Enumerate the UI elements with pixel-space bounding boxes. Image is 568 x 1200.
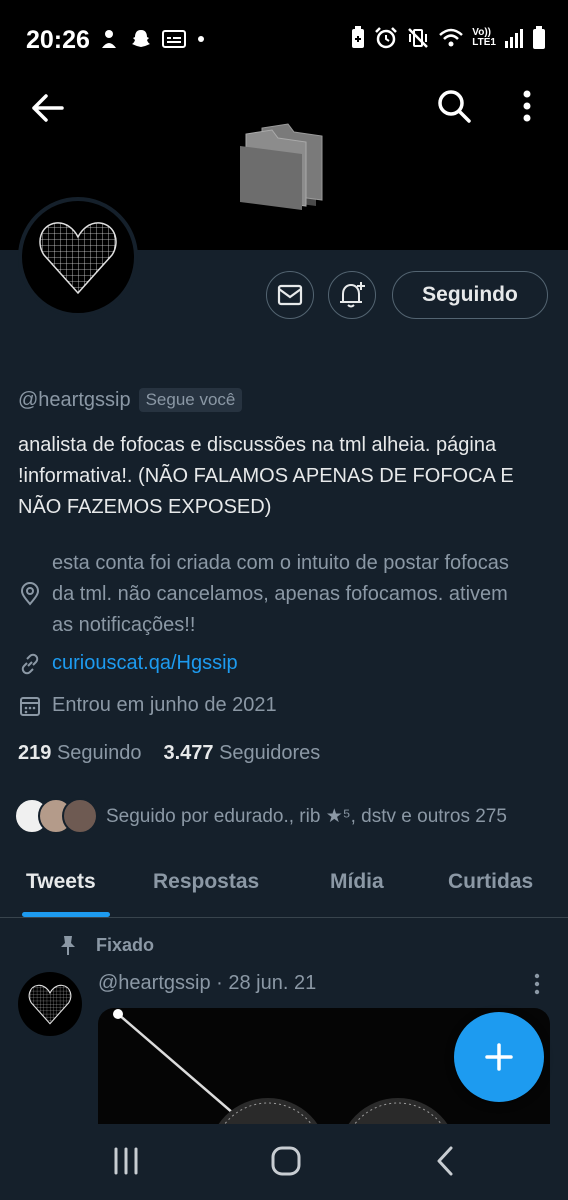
tab-likes[interactable]: Curtidas [448, 870, 533, 894]
arrow-left-icon[interactable] [28, 88, 68, 128]
followers-label: Seguidores [219, 742, 321, 764]
search-icon[interactable] [434, 86, 474, 126]
wireframe-heart-icon [39, 222, 117, 295]
status-left-icons [98, 28, 206, 50]
notifications-button[interactable] [328, 271, 376, 319]
followers-count: 3.477 [163, 742, 214, 764]
message-button[interactable] [266, 271, 314, 319]
status-right-icons: Vo)) LTE1 [350, 26, 546, 50]
location-pin-icon [20, 582, 40, 606]
active-tab-indicator [22, 912, 110, 917]
battery-saver-icon [352, 26, 365, 48]
gallery-notification-icon [162, 30, 186, 48]
wifi-icon [439, 28, 464, 47]
home-icon[interactable] [266, 1144, 306, 1178]
following-link[interactable]: 219 Seguindo [18, 742, 141, 764]
pin-icon [61, 936, 75, 955]
profile-link[interactable]: curiouscat.qa/Hgssip [18, 652, 238, 676]
following-button[interactable]: Seguindo [392, 271, 548, 319]
battery-icon [533, 26, 545, 49]
more-vertical-icon[interactable] [512, 86, 542, 126]
handle-row: @heartgssip Segue você [18, 388, 243, 412]
profile-handle: @heartgssip [18, 388, 131, 411]
follow-counts: 219 Seguindo 3.477 Seguidores [18, 742, 320, 765]
following-count: 219 [18, 742, 52, 764]
compose-tweet-button[interactable] [454, 1012, 544, 1102]
followed-by-text: Seguido por edurado., rib ★⁵, dstv e out… [106, 805, 507, 827]
profile-bio: analista de fofocas e discussões na tml … [18, 434, 514, 518]
follows-you-badge: Segue você [138, 388, 243, 412]
following-label: Seguindo [56, 742, 142, 764]
plus-icon [485, 1043, 513, 1071]
signal-icon [505, 29, 523, 48]
lte-label: LTE1 [472, 37, 496, 48]
vibrate-mute-icon [408, 28, 429, 48]
hand-gesture-icon [102, 30, 116, 48]
volte-icon: Vo)) LTE1 [472, 28, 496, 48]
profile-avatar[interactable] [18, 197, 138, 317]
profile-joined: Entrou em junho de 2021 [18, 694, 277, 718]
tweet-avatar[interactable] [18, 972, 82, 1036]
status-bar: 20:26 Vo)) LTE1 [0, 0, 568, 80]
calendar-icon [20, 697, 40, 716]
snapchat-icon [132, 30, 150, 47]
tab-tweets[interactable]: Tweets [26, 870, 96, 894]
location-text: esta conta foi criada com o intuito de p… [52, 552, 509, 636]
dot-icon [198, 36, 204, 42]
tab-replies[interactable]: Respostas [153, 870, 259, 894]
back-icon[interactable] [426, 1144, 466, 1178]
folder-icon [240, 123, 323, 210]
follower-avatar [62, 798, 98, 834]
status-time: 20:26 [26, 26, 90, 54]
pinned-label: Fixado [58, 934, 154, 956]
more-vertical-icon[interactable] [526, 972, 548, 996]
wireframe-heart-icon [28, 984, 72, 1025]
link-text[interactable]: curiouscat.qa/Hgssip [52, 652, 238, 675]
joined-text: Entrou em junho de 2021 [52, 694, 277, 716]
tab-media[interactable]: Mídia [330, 870, 384, 894]
pinned-text: Fixado [96, 934, 155, 955]
followed-by[interactable]: Seguido por edurado., rib ★⁵, dstv e out… [14, 798, 507, 834]
followers-link[interactable]: 3.477 Seguidores [163, 742, 320, 764]
profile-location: esta conta foi criada com o intuito de p… [18, 548, 532, 641]
system-navigation-bar [0, 1124, 568, 1200]
profile-tabs: Tweets Respostas Mídia Curtidas [0, 852, 568, 918]
link-icon [21, 653, 39, 675]
tweet-header: @heartgssip · 28 jun. 21 [98, 972, 317, 994]
recent-apps-icon[interactable] [106, 1144, 146, 1178]
envelope-icon [277, 284, 303, 306]
alarm-icon [375, 27, 398, 49]
bell-plus-icon [340, 282, 365, 308]
